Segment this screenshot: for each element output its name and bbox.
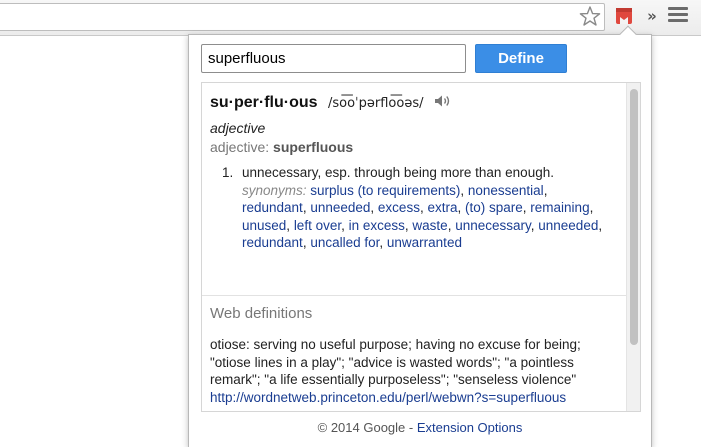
dictionary-popup: Define su·per·flu·ous /so͞oˈpərflo͞oəs/ …: [188, 25, 652, 447]
web-definition-text: otiose: serving no useful purpose; havin…: [210, 337, 581, 387]
dictionary-extension-icon[interactable]: [613, 5, 635, 27]
web-definition: otiose: serving no useful purpose; havin…: [210, 336, 624, 406]
synonym-link[interactable]: uncalled for: [310, 235, 379, 250]
synonym-link[interactable]: extra: [427, 200, 457, 215]
synonym-link[interactable]: unnecessary: [455, 218, 531, 233]
menu-icon[interactable]: [668, 7, 688, 25]
definition-panel[interactable]: su·per·flu·ous /so͞oˈpərflo͞oəs/ adjecti…: [201, 82, 641, 412]
speaker-icon[interactable]: [434, 94, 452, 108]
synonym-link[interactable]: excess: [378, 200, 420, 215]
synonym-link[interactable]: left over: [294, 218, 341, 233]
synonym-link[interactable]: remaining: [530, 200, 589, 215]
popup-footer: © 2014 Google - Extension Options: [189, 420, 651, 435]
synonym-link[interactable]: nonessential: [468, 183, 544, 198]
web-definitions-heading: Web definitions: [210, 305, 313, 322]
part-of-speech: adjective: [210, 120, 266, 136]
scrollbar-thumb[interactable]: [630, 89, 638, 345]
synonym-link[interactable]: (to) spare: [465, 200, 523, 215]
word-form-value: superfluous: [273, 139, 354, 155]
copyright-text: © 2014 Google -: [317, 420, 414, 435]
sense-1: 1. unnecessary, esp. through being more …: [222, 164, 612, 252]
extension-options-link[interactable]: Extension Options: [417, 420, 523, 435]
search-input[interactable]: [201, 44, 466, 73]
section-divider: [202, 295, 628, 296]
headword: su·per·flu·ous: [210, 94, 318, 111]
synonyms-label: synonyms:: [242, 182, 307, 198]
synonym-link[interactable]: in excess: [349, 218, 405, 233]
word-form-label: adjective:: [210, 139, 270, 155]
pronunciation: /so͞oˈpərflo͞oəs/: [328, 96, 424, 111]
address-bar[interactable]: [0, 3, 605, 31]
sense-number: 1.: [222, 165, 234, 180]
synonym-link[interactable]: redundant: [242, 200, 303, 215]
synonym-link[interactable]: surplus (to requirements): [310, 183, 460, 198]
synonym-link[interactable]: unneeded: [310, 200, 370, 215]
define-button[interactable]: Define: [475, 44, 567, 73]
sense-gloss: unnecessary, esp. through being more tha…: [242, 165, 554, 180]
synonyms-list: synonyms: surplus (to requirements), non…: [242, 182, 603, 251]
scrollbar[interactable]: [626, 83, 640, 411]
star-icon[interactable]: [578, 5, 602, 27]
headword-line: su·per·flu·ous /so͞oˈpərflo͞oəs/: [210, 94, 452, 116]
synonym-link[interactable]: unneeded: [538, 218, 598, 233]
source-link[interactable]: http://wordnetweb.princeton.edu/perl/web…: [210, 390, 566, 405]
synonym-link[interactable]: waste: [412, 218, 447, 233]
synonym-link[interactable]: unused: [242, 218, 286, 233]
synonym-link[interactable]: redundant: [242, 235, 303, 250]
word-form: adjective: superfluous: [210, 139, 353, 155]
overflow-chevron-icon[interactable]: »: [645, 6, 659, 26]
synonym-link[interactable]: unwarranted: [387, 235, 462, 250]
browser-toolbar: »: [0, 0, 701, 36]
